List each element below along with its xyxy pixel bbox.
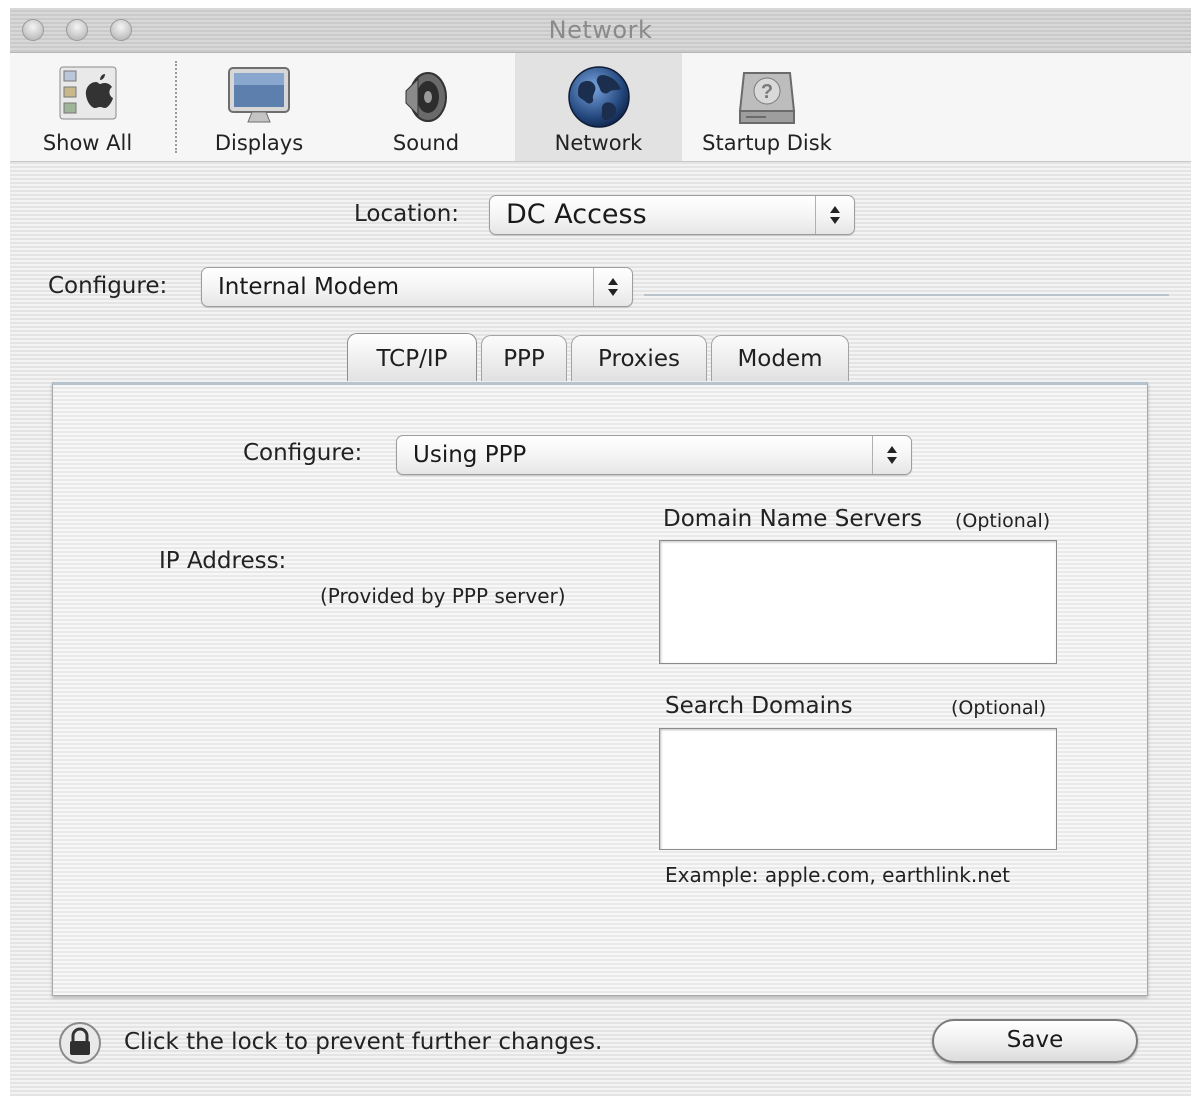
dns-textarea[interactable] (659, 540, 1057, 664)
popup-arrows-icon (815, 196, 854, 234)
popup-arrows-icon (872, 436, 911, 474)
dns-optional-label: (Optional) (955, 510, 1051, 532)
lock-icon (59, 1022, 101, 1064)
lock-status-text: Click the lock to prevent further change… (124, 1029, 603, 1055)
toolbar-item-label: Displays (214, 131, 304, 155)
configure-label: Configure: (48, 273, 168, 299)
location-value: DC Access (506, 199, 647, 230)
configure-value: Internal Modem (218, 274, 400, 300)
lock-button[interactable] (58, 1021, 102, 1065)
search-domains-textarea[interactable] (659, 728, 1057, 850)
search-domains-example: Example: apple.com, earthlink.net (665, 863, 1011, 887)
toolbar-item-label: Sound (392, 131, 460, 155)
tcpip-configure-value: Using PPP (413, 442, 527, 468)
window-title: Network (548, 16, 653, 44)
location-label: Location: (354, 201, 460, 227)
toolbar-separator (175, 61, 177, 153)
section-divider (644, 294, 1169, 296)
toolbar-item-show-all[interactable]: Show All (10, 53, 165, 161)
tab-proxies[interactable]: Proxies (571, 335, 707, 381)
toolbar-item-label: Show All (42, 131, 133, 155)
display-icon (226, 65, 292, 129)
show-all-icon (58, 65, 118, 125)
tab-ppp[interactable]: PPP (481, 335, 567, 381)
toolbar-item-label: Network (554, 131, 643, 155)
dns-label: Domain Name Servers (663, 506, 923, 532)
search-domains-optional-label: (Optional) (951, 697, 1047, 719)
toolbar-item-label: Startup Disk (702, 131, 832, 155)
toolbar-item-network[interactable]: Network (515, 53, 682, 161)
tcpip-panel: Configure: Using PPP IP Address: (Provid… (52, 382, 1148, 996)
speaker-icon (398, 65, 454, 129)
globe-icon (567, 65, 631, 133)
tcpip-configure-label: Configure: (243, 440, 363, 466)
popup-arrows-icon (593, 268, 632, 306)
tab-modem[interactable]: Modem (711, 335, 849, 381)
toolbar-item-sound[interactable]: Sound (350, 53, 502, 161)
title-bar[interactable]: Network (10, 8, 1191, 53)
search-domains-label: Search Domains (665, 693, 853, 719)
svg-text:?: ? (761, 81, 773, 103)
location-popup[interactable]: DC Access (489, 195, 855, 235)
ip-address-note: (Provided by PPP server) (320, 584, 566, 608)
toolbar-item-displays[interactable]: Displays (180, 53, 338, 161)
tcpip-configure-popup[interactable]: Using PPP (396, 435, 912, 475)
ip-address-label: IP Address: (159, 548, 287, 574)
toolbar: Show All Displays Sound Network ? Startu… (10, 53, 1191, 162)
system-preferences-window: Network Show All Displays Sound Network … (10, 8, 1191, 1096)
configure-popup[interactable]: Internal Modem (201, 267, 633, 307)
save-button[interactable]: Save (932, 1019, 1138, 1063)
toolbar-item-startup-disk[interactable]: ? Startup Disk (692, 53, 842, 161)
tab-tcpip[interactable]: TCP/IP (347, 333, 477, 381)
hard-disk-icon: ? (736, 65, 798, 131)
